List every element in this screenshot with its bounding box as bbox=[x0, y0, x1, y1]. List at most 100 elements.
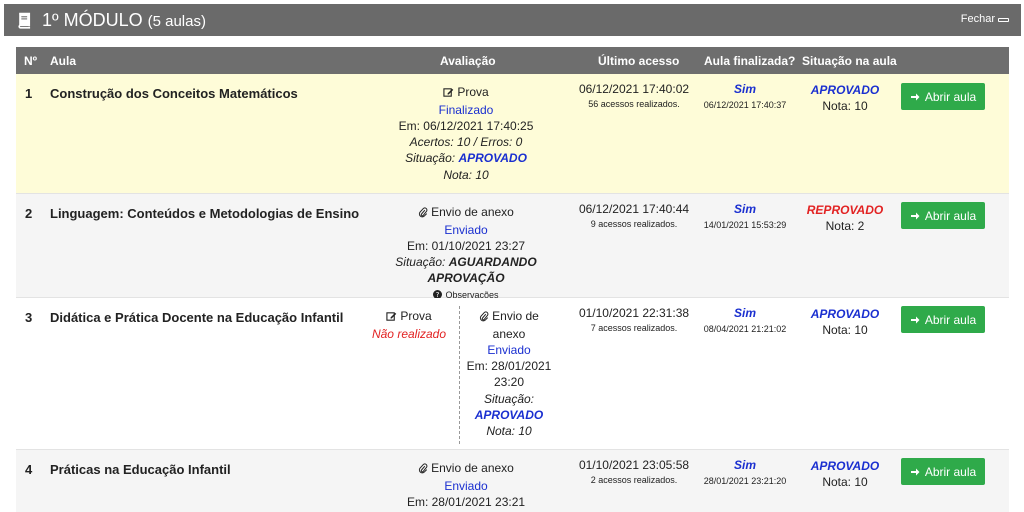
evaluation-type-label: Envio de anexo bbox=[431, 461, 514, 475]
finished-cell: Sim 14/01/2021 15:53:29 bbox=[702, 202, 788, 230]
situation-value: APROVADO bbox=[810, 83, 880, 97]
open-lesson-label: Abrir aula bbox=[924, 89, 977, 104]
last-access-date: 06/12/2021 17:40:02 bbox=[578, 82, 690, 96]
arrow-right-icon bbox=[910, 468, 920, 475]
open-lesson-button[interactable]: Abrir aula bbox=[901, 83, 985, 110]
situation-grade: Nota: 10 bbox=[822, 323, 868, 337]
lesson-number: 4 bbox=[25, 462, 33, 477]
edit-icon bbox=[386, 311, 397, 321]
evaluation-date: Em: 06/12/2021 17:40:25 bbox=[398, 119, 534, 133]
arrow-right-icon bbox=[910, 316, 920, 323]
access-count: 56 acessos realizados. bbox=[588, 99, 680, 109]
evaluation-type-label: Envio de anexo bbox=[431, 205, 514, 219]
header-situation: Situação na aula bbox=[802, 54, 897, 68]
finished-cell: Sim 08/04/2021 21:21:02 bbox=[702, 306, 788, 334]
evaluation-situation: Situação: APROVADO bbox=[366, 150, 566, 166]
evaluation-cell: Prova Não realizado bbox=[366, 308, 452, 342]
evaluation-type: Prova bbox=[386, 308, 432, 324]
evaluation-cell: Envio de anexo Enviado Em: 28/01/2021 23… bbox=[356, 460, 576, 510]
finished-date: 28/01/2021 23:21:20 bbox=[703, 476, 787, 486]
lesson-number: 2 bbox=[25, 206, 33, 221]
header-lesson: Aula bbox=[50, 54, 77, 68]
evaluation-type-label: Prova bbox=[457, 85, 489, 99]
evaluation-type-label: Prova bbox=[400, 309, 432, 323]
last-access-date: 01/10/2021 23:05:58 bbox=[578, 458, 690, 472]
finished-date: 06/12/2021 17:40:37 bbox=[703, 100, 787, 110]
module-title: 1º MÓDULO (5 aulas) bbox=[42, 10, 206, 31]
evaluation-situation-value: APROVADO bbox=[458, 151, 527, 166]
evaluation-type: Envio de bbox=[479, 308, 539, 324]
evaluation-cell: Envio de anexo Enviado Em: 01/10/2021 23… bbox=[356, 204, 576, 303]
last-access-date: 01/10/2021 22:31:38 bbox=[578, 306, 690, 320]
module-header: 1º MÓDULO (5 aulas) Fechar bbox=[4, 4, 1021, 36]
evaluation-status: Enviado bbox=[444, 222, 488, 237]
open-lesson-label: Abrir aula bbox=[924, 464, 977, 479]
evaluation-type: Prova bbox=[443, 84, 489, 100]
lesson-number: 3 bbox=[25, 310, 33, 325]
table-row: 4 Práticas na Educação Infantil Envio de… bbox=[16, 450, 1009, 512]
situation-cell: APROVADO Nota: 10 bbox=[788, 82, 902, 114]
lesson-title: Práticas na Educação Infantil bbox=[50, 462, 231, 477]
lesson-title: Didática e Prática Docente na Educação I… bbox=[50, 310, 344, 325]
evaluation-grade: Nota: 10 bbox=[443, 167, 489, 182]
evaluation-situation-label: Situação: bbox=[483, 391, 535, 406]
evaluation-situation-label: Situação: bbox=[405, 151, 456, 166]
paperclip-icon bbox=[480, 311, 489, 321]
close-button[interactable]: Fechar bbox=[961, 13, 1009, 25]
evaluation-status: Não realizado bbox=[371, 326, 447, 341]
last-access-cell: 06/12/2021 17:40:02 56 acessos realizado… bbox=[566, 82, 702, 109]
lesson-title: Linguagem: Conteúdos e Metodologias de E… bbox=[50, 206, 360, 221]
finished-value: Sim bbox=[733, 82, 756, 96]
book-icon bbox=[16, 10, 36, 30]
header-num: Nº bbox=[24, 54, 38, 68]
minus-icon bbox=[998, 18, 1009, 22]
paperclip-icon bbox=[419, 463, 428, 473]
table-header: Nº Aula Avaliação Último acesso Aula fin… bbox=[16, 47, 1009, 74]
lesson-title: Construção dos Conceitos Matemáticos bbox=[50, 86, 298, 101]
situation-value: APROVADO bbox=[810, 459, 880, 473]
evaluation-type: Envio de anexo bbox=[418, 460, 514, 476]
evaluation-status: Enviado bbox=[487, 343, 531, 357]
evaluation-time: 23:20 bbox=[493, 375, 525, 390]
module-title-text: 1º MÓDULO bbox=[42, 9, 143, 30]
lessons-table: Nº Aula Avaliação Último acesso Aula fin… bbox=[16, 47, 1009, 512]
table-row: 2 Linguagem: Conteúdos e Metodologias de… bbox=[16, 194, 1009, 300]
situation-cell: APROVADO Nota: 10 bbox=[788, 458, 902, 490]
open-lesson-button[interactable]: Abrir aula bbox=[901, 306, 985, 333]
arrow-right-icon bbox=[910, 212, 920, 219]
evaluation-type-label: Envio de bbox=[492, 309, 539, 323]
evaluation-score: Acertos: 10 / Erros: 0 bbox=[409, 135, 523, 150]
last-access-cell: 06/12/2021 17:40:44 9 acessos realizados… bbox=[566, 202, 702, 229]
finished-date: 08/04/2021 21:21:02 bbox=[703, 324, 787, 334]
evaluation-cell: Envio de anexo Enviado Em: 28/01/2021 23… bbox=[464, 308, 554, 439]
finished-cell: Sim 06/12/2021 17:40:37 bbox=[702, 82, 788, 110]
header-finished: Aula finalizada? bbox=[704, 54, 796, 68]
situation-cell: REPROVADO Nota: 2 bbox=[788, 202, 902, 234]
access-count: 7 acessos realizados. bbox=[590, 323, 678, 333]
header-evaluation: Avaliação bbox=[440, 54, 496, 68]
evaluation-situation-value: APROVADO bbox=[474, 407, 544, 422]
evaluation-cell: Prova Finalizado Em: 06/12/2021 17:40:25… bbox=[366, 84, 566, 183]
open-lesson-button[interactable]: Abrir aula bbox=[901, 202, 985, 229]
evaluation-situation: Situação: AGUARDANDO APROVAÇÃO bbox=[356, 254, 576, 286]
open-lesson-label: Abrir aula bbox=[924, 312, 977, 327]
last-access-cell: 01/10/2021 23:05:58 2 acessos realizados… bbox=[566, 458, 702, 485]
lesson-number: 1 bbox=[25, 86, 33, 101]
edit-icon bbox=[443, 87, 454, 97]
finished-value: Sim bbox=[733, 458, 756, 472]
open-lesson-button[interactable]: Abrir aula bbox=[901, 458, 985, 485]
finished-value: Sim bbox=[733, 202, 756, 216]
finished-date: 14/01/2021 15:53:29 bbox=[703, 220, 787, 230]
finished-value: Sim bbox=[733, 306, 756, 320]
situation-value: REPROVADO bbox=[806, 203, 884, 217]
header-last-access: Último acesso bbox=[598, 54, 680, 68]
evaluation-date: Em: 28/01/2021 23:21 bbox=[406, 495, 526, 509]
situation-grade: Nota: 2 bbox=[825, 219, 865, 233]
situation-value: APROVADO bbox=[810, 307, 880, 321]
evaluation-status: Finalizado bbox=[438, 102, 494, 117]
situation-cell: APROVADO Nota: 10 bbox=[788, 306, 902, 338]
evaluation-type-label-cont: anexo bbox=[492, 326, 526, 341]
table-row: 3 Didática e Prática Docente na Educação… bbox=[16, 298, 1009, 450]
paperclip-icon bbox=[419, 207, 428, 217]
open-lesson-label: Abrir aula bbox=[924, 208, 977, 223]
